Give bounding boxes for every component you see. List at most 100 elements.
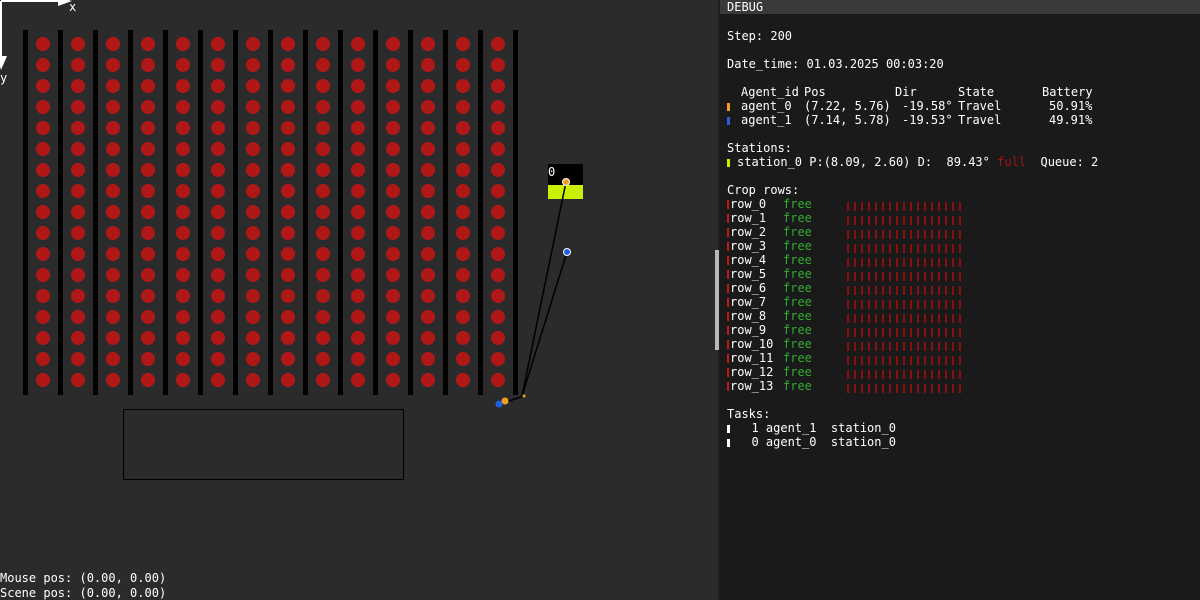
plant-status-icon bbox=[945, 202, 947, 211]
plant bbox=[421, 100, 435, 114]
plant-status-icon bbox=[882, 356, 884, 365]
plant bbox=[71, 226, 85, 240]
plant-status-icon bbox=[847, 202, 849, 211]
plant-status-icon bbox=[924, 370, 926, 379]
plant bbox=[176, 310, 190, 324]
plant bbox=[246, 100, 260, 114]
plant bbox=[386, 268, 400, 282]
crop-row-entry: row_6 bbox=[727, 281, 766, 295]
plant bbox=[36, 310, 50, 324]
plant-status-icon bbox=[896, 244, 898, 253]
crop-row-entry: row_1 bbox=[727, 211, 766, 225]
plant-status-icon bbox=[931, 300, 933, 309]
plant-status-icon bbox=[938, 216, 940, 225]
plant-status-icon bbox=[931, 356, 933, 365]
plant-status-icon bbox=[847, 230, 849, 239]
plant-status-icon bbox=[868, 272, 870, 281]
plant-status-icon bbox=[896, 300, 898, 309]
plant bbox=[491, 289, 505, 303]
plant bbox=[316, 184, 330, 198]
plant bbox=[421, 37, 435, 51]
plant-status-icon bbox=[917, 216, 919, 225]
plant-status-icon bbox=[868, 258, 870, 267]
plant bbox=[71, 142, 85, 156]
plant-status-icon bbox=[945, 314, 947, 323]
agent-0-robot[interactable] bbox=[501, 397, 509, 405]
crop-row-status: free bbox=[783, 225, 812, 239]
plant bbox=[176, 247, 190, 261]
plant-status-icon bbox=[938, 272, 940, 281]
plant-status-icon bbox=[931, 244, 933, 253]
plant-status-icon bbox=[924, 314, 926, 323]
crop-row-plants-indicator bbox=[847, 213, 966, 227]
plant-status-icon bbox=[868, 314, 870, 323]
plant-status-icon bbox=[952, 342, 954, 351]
crop-row-name: row_1 bbox=[730, 211, 767, 225]
plant bbox=[211, 142, 225, 156]
plant-status-icon bbox=[931, 342, 933, 351]
plant bbox=[36, 373, 50, 387]
agent-dir: -19.53° bbox=[902, 113, 953, 127]
plant-status-icon bbox=[945, 286, 947, 295]
crop-row-plants-indicator bbox=[847, 381, 966, 395]
plant bbox=[491, 58, 505, 72]
plant-status-icon bbox=[924, 230, 926, 239]
plant-status-icon bbox=[917, 384, 919, 393]
plant bbox=[421, 205, 435, 219]
crop-row-plants-indicator bbox=[847, 269, 966, 283]
scene-canvas[interactable] bbox=[0, 0, 720, 600]
plant bbox=[491, 331, 505, 345]
agent-0-path bbox=[521, 181, 567, 397]
plant-status-icon bbox=[938, 356, 940, 365]
plant bbox=[316, 121, 330, 135]
plant bbox=[106, 100, 120, 114]
plant-status-icon bbox=[868, 230, 870, 239]
plant-status-icon bbox=[875, 230, 877, 239]
plant bbox=[351, 268, 365, 282]
scrollbar-thumb[interactable] bbox=[715, 250, 719, 350]
plant-status-icon bbox=[938, 244, 940, 253]
plant-status-icon bbox=[917, 272, 919, 281]
plant-status-icon bbox=[854, 286, 856, 295]
crop-row-name: row_4 bbox=[730, 253, 767, 267]
plant-status-icon bbox=[938, 314, 940, 323]
plant-status-icon bbox=[903, 356, 905, 365]
plant-status-icon bbox=[854, 356, 856, 365]
plant-status-icon bbox=[868, 356, 870, 365]
plant bbox=[246, 205, 260, 219]
plant bbox=[246, 184, 260, 198]
plant-status-icon bbox=[959, 230, 961, 239]
plant-status-icon bbox=[875, 216, 877, 225]
plant bbox=[106, 121, 120, 135]
row-marker-icon bbox=[727, 228, 729, 237]
agent-pos: (7.22, 5.76) bbox=[804, 99, 891, 113]
plant-status-icon bbox=[903, 272, 905, 281]
plant-status-icon bbox=[938, 370, 940, 379]
plant-status-icon bbox=[868, 244, 870, 253]
plant-status-icon bbox=[945, 230, 947, 239]
plant bbox=[456, 310, 470, 324]
plant bbox=[281, 37, 295, 51]
crop-row-name: row_13 bbox=[730, 379, 774, 393]
plant bbox=[106, 58, 120, 72]
agent-1-robot[interactable] bbox=[495, 400, 503, 408]
plant bbox=[71, 184, 85, 198]
plant bbox=[246, 163, 260, 177]
plant bbox=[281, 184, 295, 198]
plant bbox=[211, 373, 225, 387]
plant bbox=[246, 373, 260, 387]
plant bbox=[281, 373, 295, 387]
plant bbox=[36, 205, 50, 219]
plant bbox=[176, 373, 190, 387]
plant-status-icon bbox=[875, 328, 877, 337]
crop-row-divider bbox=[58, 30, 63, 395]
col-state: State bbox=[958, 85, 995, 99]
scene-view[interactable]: x y 0 Mouse pos: (0.00, 0.00) Scene pos:… bbox=[0, 0, 720, 600]
plant-status-icon bbox=[931, 216, 933, 225]
plant-status-icon bbox=[945, 216, 947, 225]
plant bbox=[211, 247, 225, 261]
station-row: station_0 P:(8.09, 2.60) D: 89.43° full … bbox=[727, 155, 1098, 169]
plant-status-icon bbox=[861, 300, 863, 309]
plant-status-icon bbox=[959, 384, 961, 393]
row-marker-icon bbox=[727, 368, 729, 377]
